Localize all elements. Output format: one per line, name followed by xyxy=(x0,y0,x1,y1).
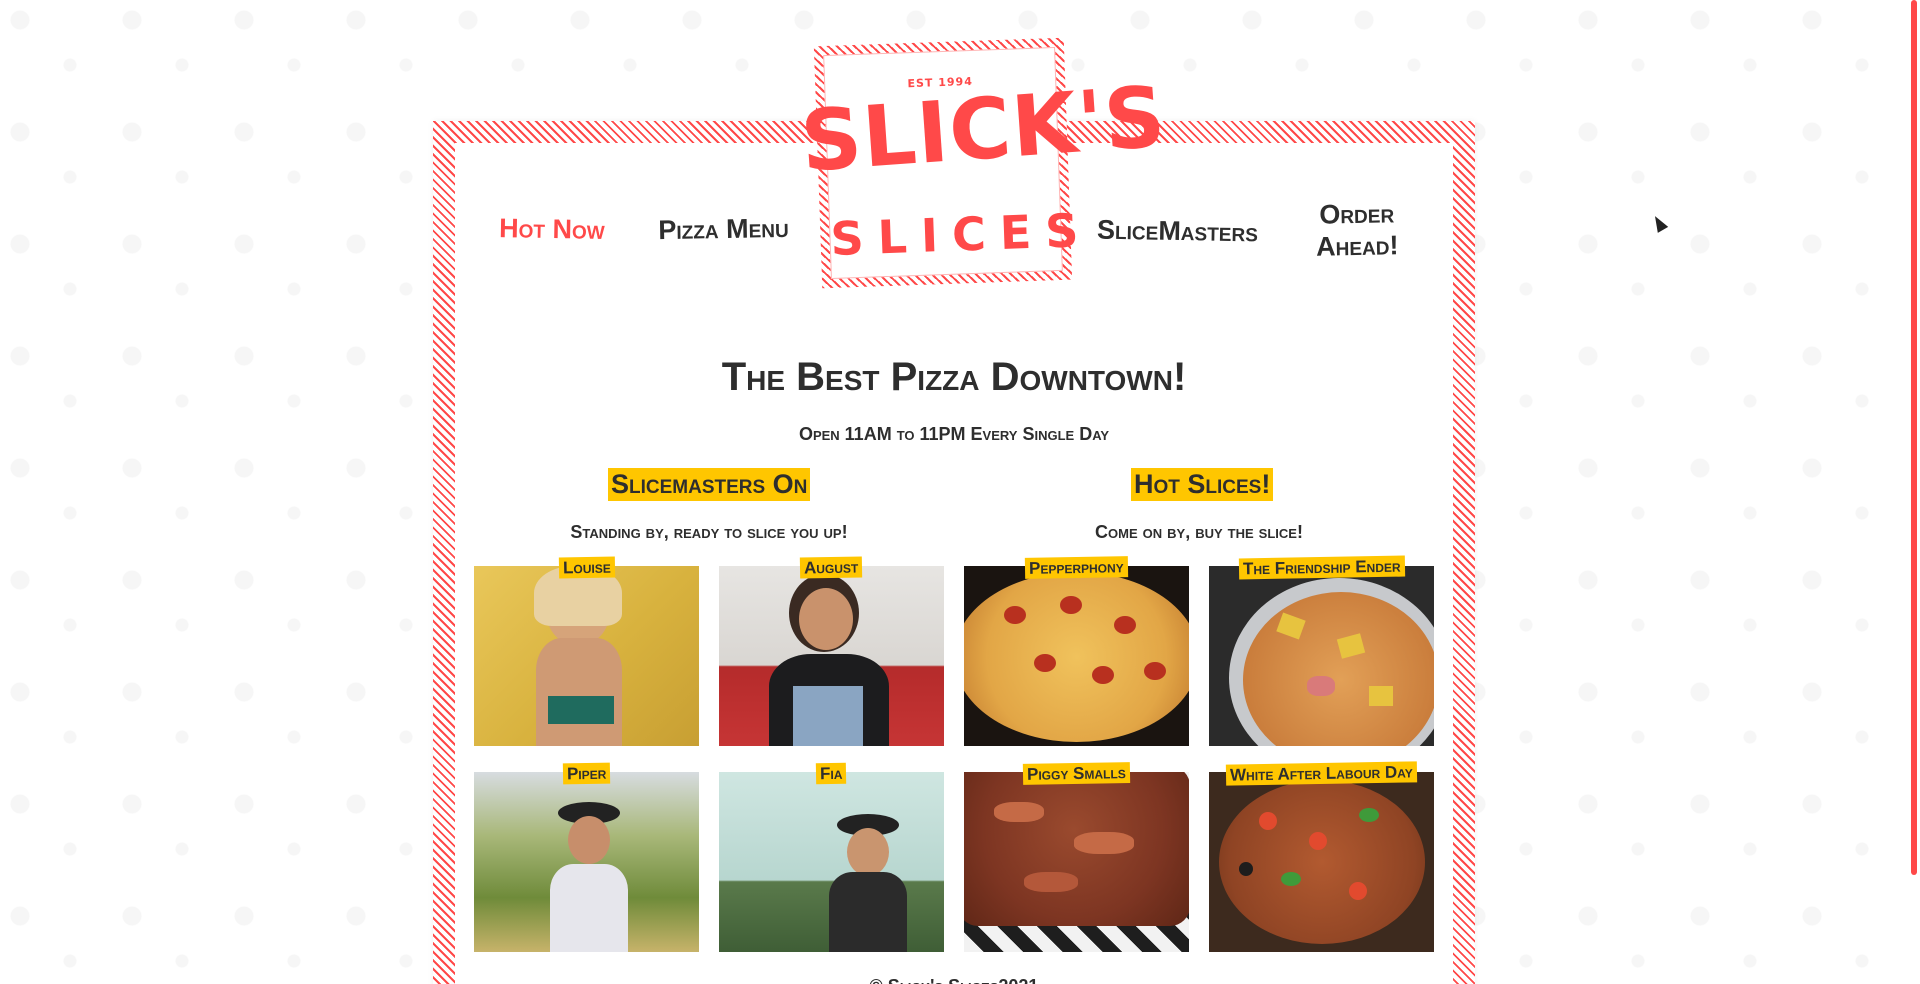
pizza-card-friendship-ender[interactable]: The Friendship Ender xyxy=(1209,555,1434,746)
hot-slices-heading: Hot Slices! xyxy=(1131,468,1274,501)
hours-text: Open 11AM to 11PM Every Single Day xyxy=(798,424,1110,444)
slicemaster-card-fia[interactable]: Fia xyxy=(719,762,944,952)
slicemaster-card-august[interactable]: August xyxy=(719,556,944,746)
pizza-photo xyxy=(1209,772,1434,952)
slicemaster-photo xyxy=(719,566,944,746)
logo-inner: EST 1994 SLICK'S SLICES xyxy=(798,47,1169,279)
pizza-card-pepperphony[interactable]: Pepperphony xyxy=(964,556,1189,746)
pizza-name: Pepperphony xyxy=(1024,556,1129,579)
slicemaster-card-louise[interactable]: Louise xyxy=(474,556,699,746)
logo-name-bottom: SLICES xyxy=(829,202,1094,266)
slicemaster-photo xyxy=(474,566,699,746)
logo[interactable]: EST 1994 SLICK'S SLICES xyxy=(798,37,1169,289)
pizza-name: Piggy Smalls xyxy=(1022,762,1131,785)
slicemasters-subheading: Standing by, ready to slice you up! xyxy=(570,522,848,542)
page-title: The Best Pizza Downtown! xyxy=(721,355,1187,399)
pizza-card-piggy-smalls[interactable]: Piggy Smalls xyxy=(964,762,1189,952)
slicemaster-card-piper[interactable]: Piper xyxy=(474,762,699,952)
footer-copyright: © Slick's Slices2021 xyxy=(433,976,1475,984)
pizza-photo xyxy=(964,566,1189,746)
slicemaster-photo xyxy=(474,772,699,952)
pizza-card-white-after-labour-day[interactable]: White After Labour Day xyxy=(1209,761,1434,952)
nav-item-order-ahead[interactable]: Order Ahead! xyxy=(1306,197,1407,263)
slicemaster-name: Fia xyxy=(816,762,847,785)
slicemaster-name: Piper xyxy=(562,762,611,785)
pizza-photo xyxy=(964,772,1189,952)
scrollbar-thumb[interactable] xyxy=(1911,0,1917,875)
mouse-cursor-icon xyxy=(1649,213,1669,233)
nav-item-hot-now[interactable]: Hot Now xyxy=(487,212,618,246)
slicemaster-name: August xyxy=(800,556,863,579)
hot-slices-subheading: Come on by, buy the slice! xyxy=(1095,522,1303,542)
slicemaster-photo xyxy=(719,772,944,952)
slicemaster-name: Louise xyxy=(558,556,615,579)
nav-item-slicemasters[interactable]: SliceMasters xyxy=(1090,213,1266,248)
slicemasters-heading: Slicemasters On xyxy=(608,468,811,501)
pizza-name: The Friendship Ender xyxy=(1238,555,1405,580)
page-scrollbar[interactable] xyxy=(1905,0,1920,984)
pizza-name: White After Labour Day xyxy=(1225,761,1418,786)
logo-name-top: SLICK'S xyxy=(797,67,1170,191)
nav-item-pizza-menu[interactable]: Pizza Menu xyxy=(646,212,802,247)
pizza-photo xyxy=(1209,566,1434,746)
